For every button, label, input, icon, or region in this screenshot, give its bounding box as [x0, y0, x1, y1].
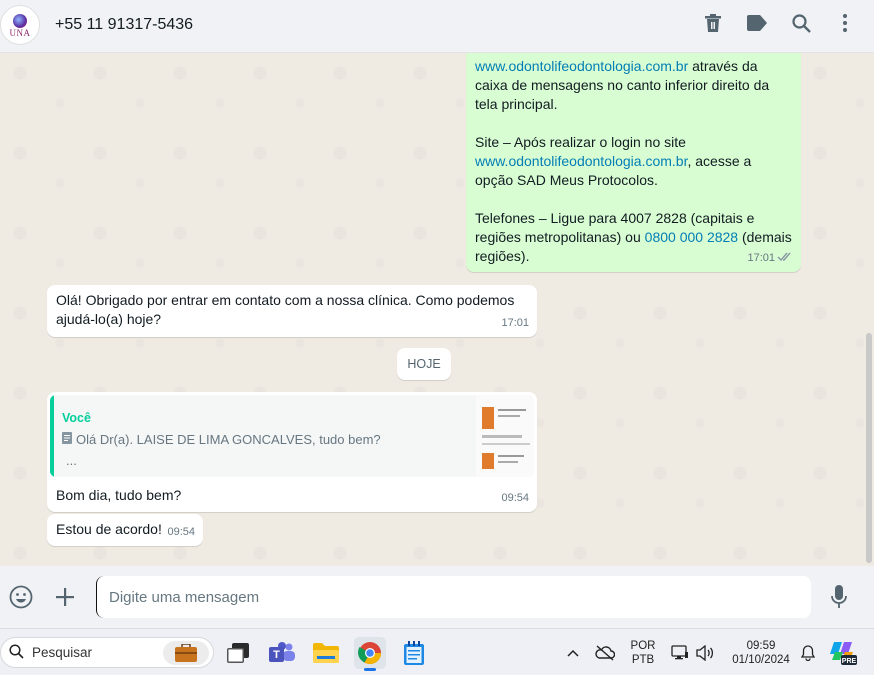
logo-text: UNA [9, 28, 31, 38]
svg-text:T: T [273, 649, 280, 661]
taskbar-task-view-icon[interactable] [222, 637, 254, 669]
message-time: 17:01 [747, 252, 775, 264]
microphone-icon[interactable] [826, 584, 852, 610]
outgoing-message-bubble[interactable]: www.odontolifeodontologia.com.br através… [466, 53, 801, 272]
contact-avatar[interactable]: UNA [0, 5, 40, 45]
day-divider: HOJE [397, 348, 451, 380]
message-text: Site – Após realizar o login no site [475, 134, 686, 150]
label-tag-icon[interactable] [746, 12, 768, 34]
quote-text: Olá Dr(a). LAISE DE LIMA GONCALVES, tudo… [76, 432, 381, 447]
attach-plus-icon[interactable] [52, 584, 78, 610]
chat-scrollbar[interactable] [866, 333, 872, 563]
document-icon [62, 430, 72, 449]
tray-chevron-up-icon[interactable] [562, 629, 584, 675]
menu-kebab-icon[interactable] [834, 12, 856, 34]
message-text: Estou de acordo! [56, 521, 162, 537]
double-check-icon [777, 248, 793, 267]
quote-text-row: Olá Dr(a). LAISE DE LIMA GONCALVES, tudo… [62, 430, 381, 449]
quote-author: Você [62, 411, 91, 425]
language-code: POR [630, 639, 656, 652]
quote-accent-bar [50, 395, 54, 477]
taskbar-notepad-icon[interactable] [398, 637, 430, 669]
keyboard-layout: PTB [631, 653, 655, 666]
taskbar-clock[interactable]: 09:59 01/10/2024 [724, 629, 798, 675]
incoming-message-bubble[interactable]: Olá! Obrigado por entrar em contato com … [47, 285, 537, 337]
message-time: 09:54 [167, 526, 195, 538]
search-icon[interactable] [790, 12, 812, 34]
message-paragraph: Telefones – Ligue para 4007 2828 (capita… [475, 209, 792, 266]
onedrive-offline-icon[interactable] [592, 629, 618, 675]
logo-orb-icon [13, 14, 27, 28]
message-paragraph: Site – Após realizar o login no site www… [475, 133, 792, 190]
active-app-indicator [364, 668, 376, 671]
volume-icon[interactable] [694, 629, 716, 675]
network-icon[interactable] [668, 629, 692, 675]
taskbar-chrome-icon[interactable] [354, 637, 386, 671]
taskbar-file-explorer-icon[interactable] [310, 637, 342, 669]
briefcase-icon [163, 641, 209, 665]
message-input[interactable] [96, 576, 811, 618]
notification-bell-icon[interactable] [798, 629, 818, 675]
language-indicator[interactable]: POR PTB [626, 629, 660, 675]
taskbar-search-label: Pesquisar [32, 645, 93, 660]
message-text: Olá! Obrigado por entrar em contato com … [56, 292, 515, 327]
message-time: 17:01 [501, 317, 529, 329]
website-link[interactable]: www.odontolifeodontologia.com.br [475, 153, 687, 169]
taskbar-search[interactable]: Pesquisar [0, 637, 214, 668]
incoming-message-bubble[interactable]: Estou de acordo! 09:54 [47, 514, 203, 546]
chat-pane[interactable]: www.odontolifeodontologia.com.br através… [0, 53, 874, 566]
trash-icon[interactable] [702, 12, 724, 34]
clock-date: 01/10/2024 [732, 653, 790, 666]
copilot-badge: PRE [842, 658, 857, 665]
clock-time: 09:59 [746, 639, 776, 652]
message-composer [0, 566, 874, 628]
incoming-reply-bubble[interactable]: Você Olá Dr(a). LAISE DE LIMA GONCALVES,… [47, 392, 537, 512]
search-icon [9, 643, 24, 662]
copilot-icon[interactable]: PRE [826, 629, 860, 675]
emoji-icon[interactable] [8, 584, 34, 610]
message-text: Bom dia, tudo bem? [56, 487, 182, 503]
windows-taskbar: Pesquisar T POR PTB 09:59 01/10/2024 PRE [0, 628, 874, 675]
contact-phone[interactable]: +55 11 91317-5436 [55, 16, 193, 34]
quote-thumbnail-image [476, 395, 534, 477]
header-actions [702, 12, 856, 34]
website-link[interactable]: www.odontolifeodontologia.com.br [475, 58, 688, 74]
taskbar-teams-icon[interactable]: T [266, 637, 298, 669]
message-time: 09:54 [501, 492, 529, 504]
quoted-message[interactable]: Você Olá Dr(a). LAISE DE LIMA GONCALVES,… [50, 395, 534, 477]
quote-ellipsis: ... [66, 453, 77, 468]
chat-header: UNA +55 11 91317-5436 [0, 0, 874, 53]
phone-link[interactable]: 0800 000 2828 [645, 229, 738, 245]
message-paragraph: www.odontolifeodontologia.com.br através… [475, 57, 792, 114]
